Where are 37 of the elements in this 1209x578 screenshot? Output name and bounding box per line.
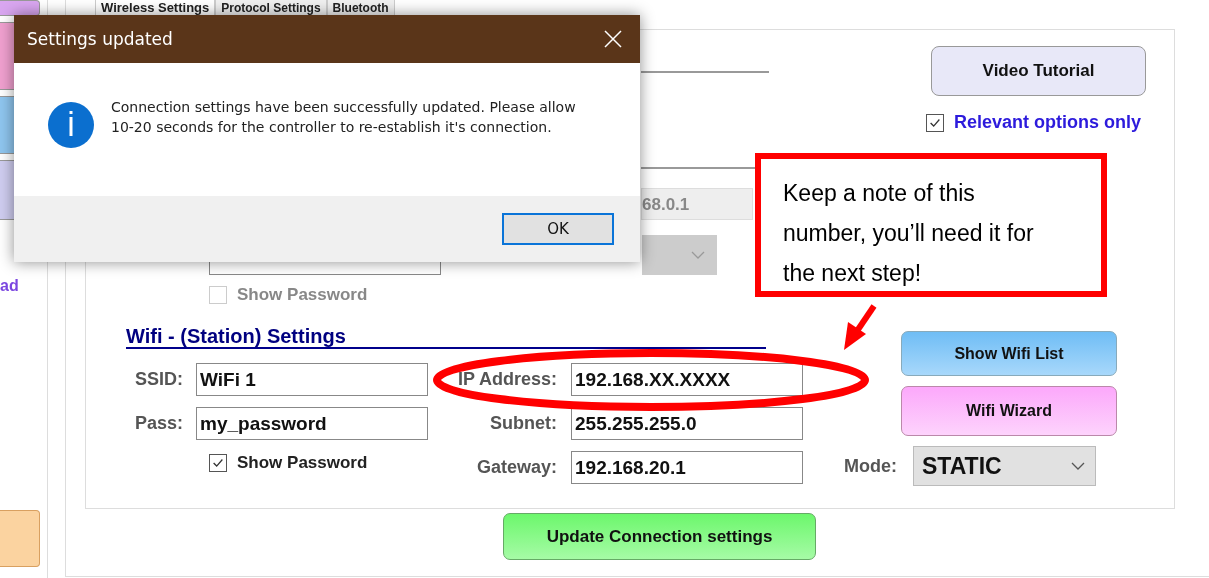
tab[interactable]: Wireless Settings	[95, 0, 216, 15]
checkbox[interactable]	[209, 454, 227, 472]
tab[interactable]: Protocol Settings	[215, 0, 327, 15]
chevron-icon	[691, 251, 705, 259]
field-label: Gateway:	[475, 457, 558, 478]
pointer-arrow	[844, 304, 877, 350]
input-field[interactable]: 192.168.XX.XXXX	[571, 363, 803, 396]
ok-button[interactable]: OK	[502, 213, 614, 245]
callout-text: Keep a note of this number, you’ll need it for the next step!	[783, 179, 1035, 288]
input-field[interactable]: WiFi 1	[196, 363, 428, 396]
mode-dropdown[interactable]: STATIC	[913, 446, 1096, 486]
close-icon[interactable]	[604, 30, 622, 48]
checkbox-label: Relevant options only	[954, 112, 1142, 133]
checkbox[interactable]	[926, 113, 944, 132]
update-button[interactable]: Update Connection settings	[503, 513, 816, 560]
wizard-button[interactable]: Wifi Wizard	[901, 386, 1117, 436]
info-icon	[48, 102, 94, 148]
chevron-icon	[1071, 462, 1085, 470]
input-field[interactable]: 192.168.20.1	[571, 451, 803, 484]
field-label: Pass:	[133, 413, 184, 434]
checkbox-label: Show Password	[237, 285, 368, 305]
input-field[interactable]: my_password	[196, 407, 428, 440]
dialog-message: Connection settings have been successfully updated. Please allow 10-20 seconds for the controller to re-establish it's connection.	[111, 98, 577, 137]
dialog-title: Settings updated	[27, 29, 173, 49]
input-field[interactable]: 255.255.255.0	[571, 407, 803, 440]
check-icon	[211, 456, 225, 470]
field-label: Subnet:	[489, 413, 558, 434]
field-label: IP Address:	[456, 369, 558, 390]
field-label: Mode:	[844, 455, 897, 477]
checkbox-label: Show Password	[237, 453, 368, 473]
tab[interactable]: Bluetooth	[326, 0, 395, 15]
sidebar-tile[interactable]	[0, 0, 40, 16]
section-heading: Wifi - (Station) Settings	[126, 325, 766, 349]
sidebar-link[interactable]: ad	[0, 276, 40, 296]
video-tutorial-button[interactable]: Video Tutorial	[931, 46, 1146, 96]
wifi-list-button[interactable]: Show Wifi List	[901, 331, 1117, 376]
field-label: SSID:	[134, 369, 184, 390]
